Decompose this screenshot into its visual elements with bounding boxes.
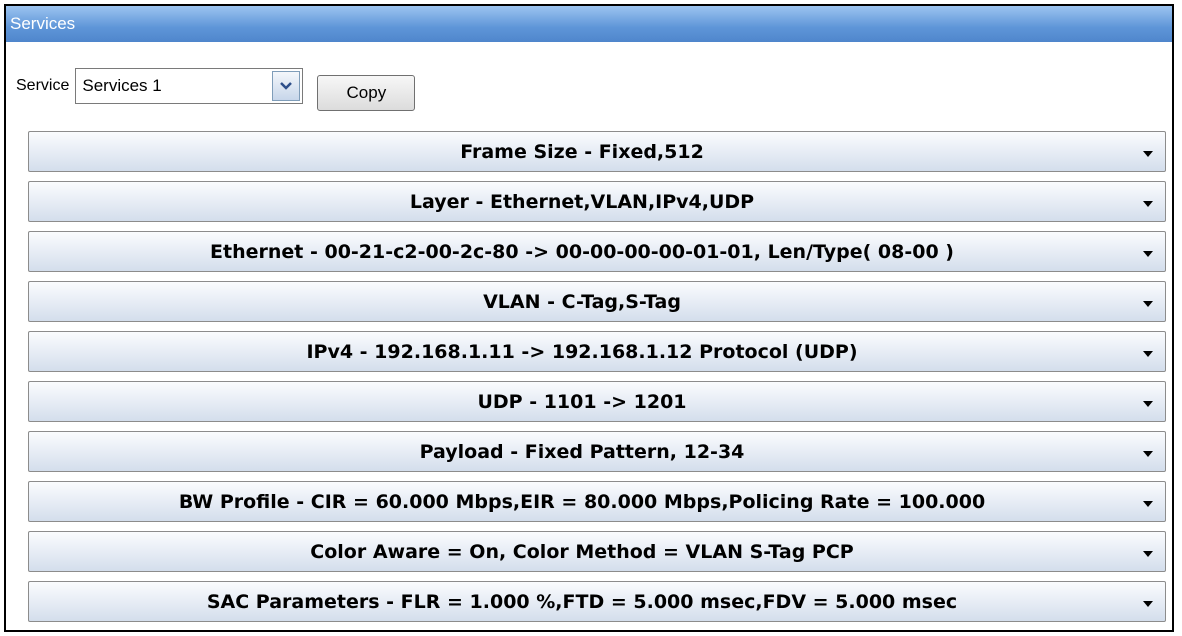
- color-aware-label: Color Aware = On, Color Method = VLAN S-…: [310, 540, 854, 563]
- dropdown-arrow-icon[interactable]: [1137, 390, 1159, 414]
- service-select-value: Services 1: [82, 76, 162, 95]
- layer-label: Layer - Ethernet,VLAN,IPv4,UDP: [409, 190, 755, 213]
- ipv4-label: IPv4 - 192.168.1.11 -> 192.168.1.12 Prot…: [306, 340, 858, 363]
- bw-profile-label: BW Profile - CIR = 60.000 Mbps,EIR = 80.…: [178, 490, 986, 513]
- udp-dropdown[interactable]: UDP - 1101 -> 1201: [28, 381, 1166, 422]
- dropdown-arrow-icon[interactable]: [1137, 240, 1159, 264]
- udp-label: UDP - 1101 -> 1201: [477, 390, 687, 413]
- sac-parameters-label: SAC Parameters - FLR = 1.000 %,FTD = 5.0…: [206, 590, 958, 613]
- frame-size-dropdown[interactable]: Frame Size - Fixed,512: [28, 131, 1166, 172]
- payload-label: Payload - Fixed Pattern, 12-34: [419, 440, 745, 463]
- dropdown-arrow-icon[interactable]: [1137, 590, 1159, 614]
- dropdown-arrow-icon[interactable]: [1137, 490, 1159, 514]
- frame-size-label: Frame Size - Fixed,512: [460, 140, 704, 163]
- ipv4-dropdown[interactable]: IPv4 - 192.168.1.11 -> 192.168.1.12 Prot…: [28, 331, 1166, 372]
- window-title: Services: [6, 6, 1172, 42]
- color-aware-dropdown[interactable]: Color Aware = On, Color Method = VLAN S-…: [28, 531, 1166, 572]
- ethernet-dropdown[interactable]: Ethernet - 00-21-c2-00-2c-80 -> 00-00-00…: [28, 231, 1166, 272]
- sac-parameters-dropdown[interactable]: SAC Parameters - FLR = 1.000 %,FTD = 5.0…: [28, 581, 1166, 622]
- service-label: Service: [16, 77, 70, 94]
- chevron-down-icon[interactable]: [272, 71, 301, 101]
- service-selector-row: Service Services 1 Copy: [16, 64, 416, 111]
- dropdown-arrow-icon[interactable]: [1137, 440, 1159, 464]
- service-select[interactable]: Services 1: [75, 68, 304, 104]
- copy-button[interactable]: Copy: [317, 75, 416, 111]
- dropdown-arrow-icon[interactable]: [1137, 190, 1159, 214]
- layer-dropdown[interactable]: Layer - Ethernet,VLAN,IPv4,UDP: [28, 181, 1166, 222]
- settings-list: Frame Size - Fixed,512 Layer - Ethernet,…: [28, 131, 1166, 631]
- services-panel: Services Service Services 1 Copy Frame S…: [4, 4, 1174, 632]
- payload-dropdown[interactable]: Payload - Fixed Pattern, 12-34: [28, 431, 1166, 472]
- dropdown-arrow-icon[interactable]: [1137, 540, 1159, 564]
- dropdown-arrow-icon[interactable]: [1137, 290, 1159, 314]
- dropdown-arrow-icon[interactable]: [1137, 140, 1159, 164]
- bw-profile-dropdown[interactable]: BW Profile - CIR = 60.000 Mbps,EIR = 80.…: [28, 481, 1166, 522]
- ethernet-label: Ethernet - 00-21-c2-00-2c-80 -> 00-00-00…: [210, 240, 954, 263]
- vlan-label: VLAN - C-Tag,S-Tag: [483, 290, 681, 313]
- vlan-dropdown[interactable]: VLAN - C-Tag,S-Tag: [28, 281, 1166, 322]
- dropdown-arrow-icon[interactable]: [1137, 340, 1159, 364]
